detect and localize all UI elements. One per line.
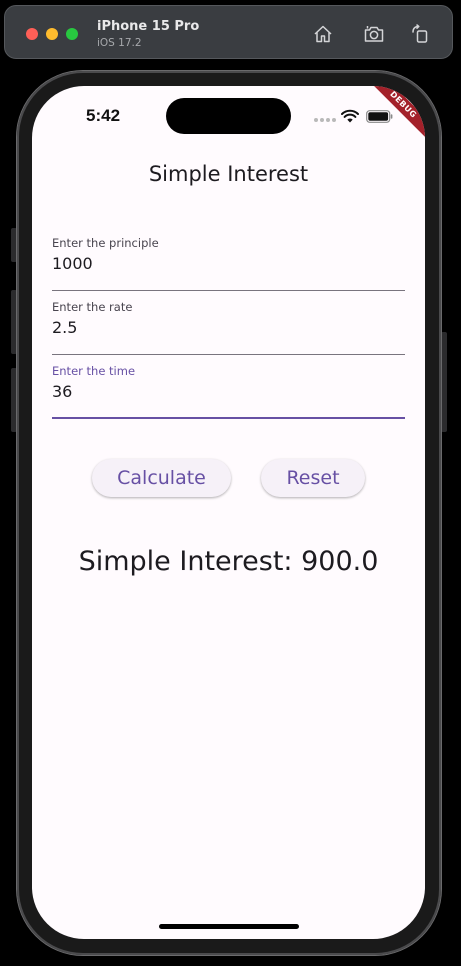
os-version: iOS 17.2 (97, 37, 142, 49)
home-icon[interactable] (312, 23, 334, 45)
minimize-window-button[interactable] (46, 28, 58, 40)
rate-field[interactable]: Enter the rate (52, 300, 405, 355)
zoom-window-button[interactable] (66, 28, 78, 40)
simulator-toolbar: iPhone 15 Pro iOS 17.2 (4, 5, 453, 59)
dynamic-island (166, 98, 291, 134)
phone-screen: 5:42 DEBUG Simple Interest Enter the pri… (32, 86, 425, 939)
principle-input[interactable] (52, 254, 405, 273)
principle-field[interactable]: Enter the principle (52, 236, 405, 291)
principle-label: Enter the principle (52, 236, 159, 250)
screenshot-icon[interactable] (363, 23, 385, 45)
status-time: 5:42 (86, 106, 121, 125)
rotate-icon[interactable] (409, 23, 431, 45)
result-text: Simple Interest: 900.0 (78, 546, 379, 577)
battery-icon (366, 110, 393, 123)
cellular-signal-icon (314, 118, 336, 122)
rate-input[interactable] (52, 318, 405, 337)
reset-button[interactable]: Reset (261, 459, 365, 497)
power-button (441, 332, 447, 432)
close-window-button[interactable] (26, 28, 38, 40)
device-name: iPhone 15 Pro (97, 19, 200, 34)
rate-label: Enter the rate (52, 300, 133, 314)
simulator-window: iPhone 15 Pro iOS 17.2 5:42 DEBUG Simple… (0, 0, 461, 966)
wifi-icon (341, 109, 359, 123)
time-label: Enter the time (52, 364, 136, 378)
time-field[interactable]: Enter the time (52, 364, 405, 419)
home-indicator[interactable] (159, 924, 299, 929)
time-input[interactable] (52, 382, 405, 401)
page-title: Simple Interest (148, 162, 309, 186)
calculate-button[interactable]: Calculate (92, 459, 231, 497)
